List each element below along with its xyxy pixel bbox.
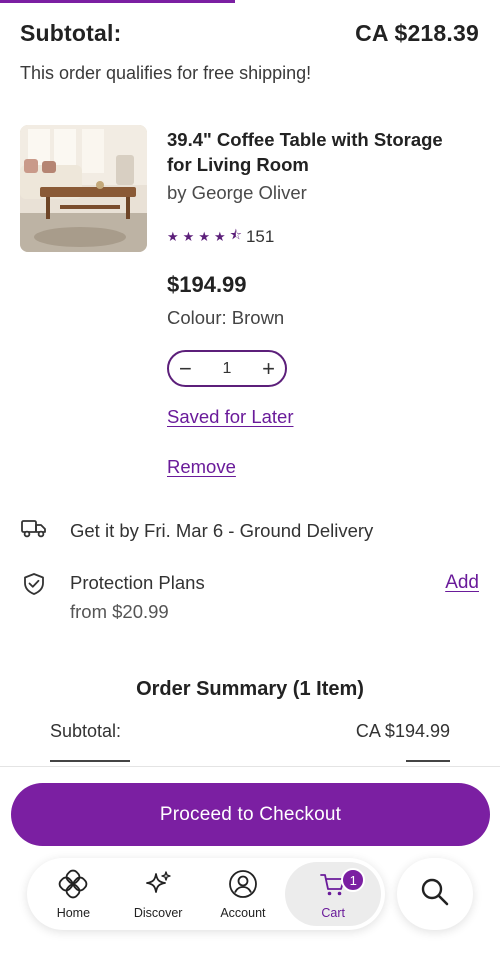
summary-subtotal-value: CA $194.99 [355, 721, 450, 741]
clipped-text-fragment [50, 760, 130, 762]
truck-icon [20, 517, 48, 544]
clipped-text-fragment [406, 760, 450, 762]
cart-count-badge: 1 [341, 868, 366, 892]
nav-account-label: Account [220, 905, 266, 920]
protection-price: from $20.99 [70, 601, 169, 622]
protection-title: Protection Plans [70, 572, 205, 593]
product-image[interactable] [20, 125, 147, 252]
add-protection-link[interactable]: Add [445, 572, 479, 594]
remove-item-link[interactable]: Remove [167, 456, 236, 478]
quantity-value: 1 [222, 359, 232, 377]
summary-subtotal-row: Subtotal: CA $194.99 [50, 721, 450, 742]
account-icon [228, 869, 258, 902]
subtotal-label: Subtotal: [20, 20, 122, 46]
bottom-navigation: Home Discover Account Cart 1 [27, 858, 385, 930]
home-icon [58, 869, 88, 902]
order-summary-title: Order Summary (1 Item) [136, 678, 364, 700]
proceed-to-checkout-button[interactable]: Proceed to Checkout [11, 783, 490, 846]
nav-cart-label: Cart [321, 905, 345, 920]
shield-check-icon [20, 572, 48, 601]
half-star-icon: ⯪ [229, 227, 242, 242]
quantity-stepper[interactable]: − 1 + [167, 350, 287, 387]
star-icon: ★ [167, 229, 179, 244]
star-icon: ★ [213, 229, 226, 244]
subtotal-value: CA $218.39 [355, 20, 479, 46]
nav-discover-label: Discover [133, 905, 183, 920]
review-count: 151 [245, 227, 275, 246]
nav-home[interactable]: Home [31, 862, 116, 926]
nav-home-label: Home [56, 905, 91, 920]
delivery-text: Get it by Fri. Mar 6 - Ground Delivery [70, 519, 374, 541]
subtotal-header: Subtotal: CA $218.39 [20, 20, 479, 47]
nav-account[interactable]: Account [201, 862, 286, 926]
nav-cart[interactable]: Cart 1 [285, 862, 382, 926]
saved-for-later-link[interactable]: Saved for Later [167, 406, 294, 428]
product-title[interactable]: 39.4" Coffee Table with Storage for Livi… [167, 127, 467, 177]
coffee-table-photo [20, 125, 147, 252]
protection-plans: Protection Plans from $20.99 [20, 568, 205, 626]
free-shipping-notice: This order qualifies for free shipping! [20, 63, 312, 83]
product-rating[interactable]: ★ ★ ★ ★ ⯪ 151 [167, 226, 274, 248]
increase-quantity-button[interactable]: + [262, 357, 275, 380]
product-brand[interactable]: by George Oliver [167, 182, 307, 204]
sparkle-icon [143, 869, 173, 902]
divider [0, 766, 500, 767]
product-price: $194.99 [167, 272, 247, 297]
star-icon: ★ [198, 229, 210, 244]
decrease-quantity-button[interactable]: − [179, 357, 192, 380]
summary-subtotal-label: Subtotal: [50, 721, 122, 741]
search-icon [419, 876, 451, 913]
search-button[interactable] [397, 858, 473, 930]
delivery-info: Get it by Fri. Mar 6 - Ground Delivery [20, 517, 373, 544]
product-colour: Colour: Brown [167, 307, 285, 328]
nav-discover[interactable]: Discover [116, 862, 201, 926]
star-icon: ★ [182, 229, 195, 244]
active-tab-indicator [0, 0, 235, 3]
